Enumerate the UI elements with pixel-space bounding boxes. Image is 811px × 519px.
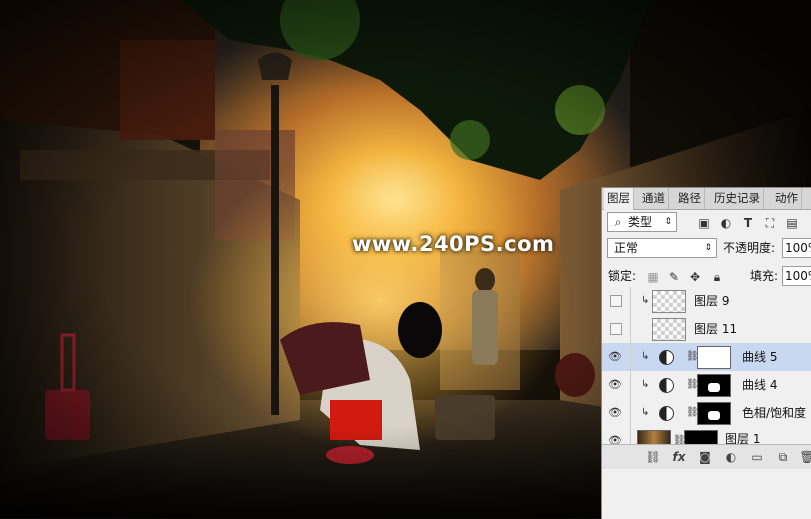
layer-row[interactable]: 👁︎ ↳ ⛓ 曲线 4 [602,371,811,400]
lock-all-icon[interactable]: 🔒︎ [710,270,724,284]
lock-position-icon[interactable]: ✥ [688,270,702,284]
fill-label: 填充: [750,269,779,283]
opacity-input[interactable]: 100% [782,238,811,258]
layer-name: 图层 11 [694,322,738,336]
link-icon[interactable]: ⛓ [645,449,661,465]
curves-adjustment-icon [659,378,674,393]
visibility-toggle[interactable] [610,323,622,335]
watermark-text: www.240PS.com [352,232,555,256]
curves-adjustment-icon [659,350,674,365]
divider [630,287,631,315]
layer-name: 色相/饱和度 [742,406,807,420]
lock-image-icon[interactable]: ✎ [667,270,681,284]
filter-row: ⌕ 类型 ⇕ ▣ ◐ T ⛶ ▤ [602,211,811,233]
trash-icon[interactable]: 🗑︎ [799,449,811,465]
eye-icon[interactable]: 👁︎ [608,406,622,419]
divider [630,399,631,427]
tab-history[interactable]: 历史记录 [711,188,764,209]
smart-object-filter-icon[interactable]: ▤ [785,216,799,230]
adjustment-icon[interactable]: ◐ [723,449,739,465]
layer-name: 曲线 4 [742,378,778,392]
divider [630,343,631,371]
eye-icon[interactable]: 👁︎ [608,350,622,363]
fx-icon[interactable]: fx [671,449,687,465]
filter-type-label: 类型 [628,215,653,229]
divider [630,315,631,343]
hue-saturation-adjustment-icon [659,406,674,421]
filter-type-select[interactable]: ⌕ 类型 ⇕ [607,212,677,232]
divider [630,371,631,399]
search-icon: ⌕ [614,215,622,229]
lock-transparent-icon[interactable]: ▦ [646,270,660,284]
fill-input[interactable]: 100% [782,266,811,286]
lock-label: 锁定: [608,269,637,283]
tab-layers[interactable]: 图层 [604,188,634,210]
layer-row[interactable]: ↳ 图层 9 [602,287,811,316]
clipping-arrow-icon: ↳ [641,295,650,306]
tab-actions[interactable]: 动作 [772,188,802,209]
layer-thumbnail [652,290,686,313]
eye-icon[interactable]: 👁︎ [608,378,622,391]
mask-icon[interactable]: ◙ [697,449,713,465]
panel-tabs: 图层 通道 路径 历史记录 动作 [602,188,811,210]
shape-filter-icon[interactable]: ⛶ [763,216,777,230]
layer-row[interactable]: 👁︎ ↳ ⛓ 色相/饱和度 [602,399,811,428]
layer-row[interactable]: 图层 11 [602,315,811,344]
layer-row-selected[interactable]: 👁︎ ↳ ⛓ 曲线 5 [602,343,811,372]
clipping-arrow-icon: ↳ [641,351,650,362]
panel-footer: ⛓ fx ◙ ◐ ▭ ⧉ 🗑︎ [602,444,811,469]
adjustment-filter-icon[interactable]: ◐ [719,216,733,230]
lock-row: 锁定: ▦ ✎ ✥ 🔒︎ 填充: 100% [602,266,811,288]
visibility-toggle[interactable] [610,295,622,307]
opacity-label: 不透明度: [723,241,776,255]
tab-paths[interactable]: 路径 [675,188,705,209]
clipping-arrow-icon: ↳ [641,407,650,418]
new-layer-icon[interactable]: ⧉ [775,449,791,465]
layer-mask-thumbnail [697,374,731,397]
chevron-updown-icon: ⇕ [704,243,712,253]
blend-mode-select[interactable]: 正常 ⇕ [607,238,717,258]
pixel-filter-icon[interactable]: ▣ [697,216,711,230]
layers-panel: 图层 通道 路径 历史记录 动作 ⌕ 类型 ⇕ ▣ ◐ T ⛶ ▤ 正常 ⇕ 不… [601,187,811,519]
type-filter-icon[interactable]: T [741,216,755,230]
chevron-updown-icon: ⇕ [664,217,672,227]
folder-icon[interactable]: ▭ [749,449,765,465]
layer-mask-thumbnail [697,402,731,425]
layer-name: 图层 9 [694,294,730,308]
blend-row: 正常 ⇕ 不透明度: 100% [602,238,811,260]
layer-mask-thumbnail [697,346,731,369]
layer-thumbnail [652,318,686,341]
layer-name: 曲线 5 [742,350,778,364]
blend-mode-value: 正常 [614,241,639,255]
clipping-arrow-icon: ↳ [641,379,650,390]
tab-channels[interactable]: 通道 [639,188,669,209]
